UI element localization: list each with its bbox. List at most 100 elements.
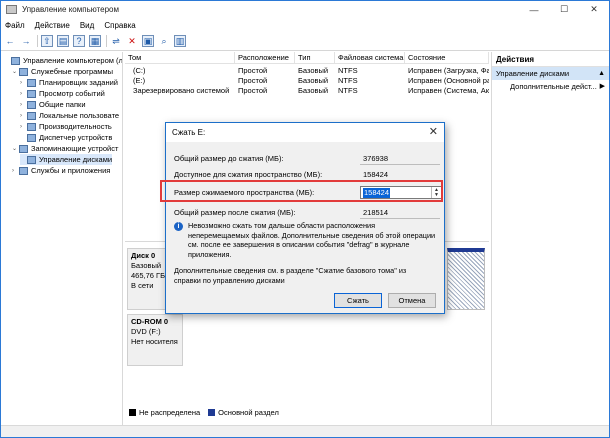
table-row[interactable]: (C:) Простой Базовый NTFS Исправен (Загрузка… — [125, 66, 489, 76]
actions-section-label: Управление дисками — [496, 69, 570, 78]
column-type[interactable]: Тип — [295, 52, 335, 64]
device-manager-icon — [27, 133, 36, 142]
disk-row: CD-ROM 0 DVD (F:) Нет носителя — [127, 314, 485, 366]
table-cell: Исправен (Загрузка, Файл — [408, 66, 489, 75]
tree-item[interactable]: ⌄ Служебные программы — [12, 66, 113, 77]
scheduler-icon — [27, 78, 36, 87]
table-row[interactable]: (E:) Простой Базовый NTFS Исправен (Основной… — [125, 76, 489, 86]
maximize-button[interactable]: ☐ — [549, 1, 579, 18]
properties-icon[interactable]: ▣ — [142, 35, 154, 47]
tree-item-label: Службы и приложения — [31, 166, 111, 175]
export-list-icon[interactable]: ▥ — [174, 35, 186, 47]
horizontal-scrollbar[interactable] — [1, 425, 609, 437]
menu-help[interactable]: Справка — [104, 21, 135, 30]
expand-arrow-icon[interactable]: › — [20, 91, 27, 97]
legend-swatch-unallocated — [129, 409, 136, 416]
partition-block-selected[interactable] — [447, 248, 485, 310]
users-icon — [27, 111, 36, 120]
cdrom-0-label[interactable]: CD-ROM 0 DVD (F:) Нет носителя — [127, 314, 183, 366]
dialog-title: Сжать E: — [172, 128, 206, 137]
shrink-button[interactable]: Сжать — [334, 293, 382, 308]
menu-file[interactable]: Файл — [5, 21, 25, 30]
tree-item[interactable]: Управление компьютером (л — [4, 55, 122, 66]
back-icon[interactable]: ← — [4, 35, 16, 47]
performance-icon — [27, 122, 36, 131]
action-more-actions-label: Дополнительные дейст... — [510, 82, 597, 91]
tree-item[interactable]: › Планировщик заданий — [20, 77, 118, 88]
expand-arrow-icon[interactable]: ⌄ — [12, 145, 19, 152]
actions-header: Действия — [492, 52, 609, 67]
tree-item-label: Запоминающие устройст — [31, 144, 119, 153]
expand-arrow-icon[interactable]: ⌄ — [12, 68, 19, 75]
expand-arrow-icon[interactable]: › — [20, 80, 27, 86]
storage-icon — [19, 144, 28, 153]
table-cell: Базовый — [298, 66, 329, 75]
window-title: Управление компьютером — [22, 5, 119, 14]
expand-arrow-icon[interactable]: › — [20, 124, 27, 130]
tree-item[interactable]: › Службы и приложения — [12, 165, 110, 176]
connect-icon[interactable]: ⇌ — [110, 35, 122, 47]
up-folder-icon[interactable]: ⇧ — [41, 35, 53, 47]
column-file-system[interactable]: Файловая система — [335, 52, 405, 64]
total-after-label: Общий размер после сжатия (МБ): — [174, 208, 296, 217]
info-message: i Невозможно сжать том дальше области ра… — [174, 221, 436, 259]
close-button[interactable]: ✕ — [579, 1, 609, 18]
tree-item[interactable]: Управление дисками — [20, 154, 113, 165]
computer-icon — [11, 56, 20, 65]
total-before-label: Общий размер до сжатия (МБ): — [174, 154, 284, 163]
help-icon[interactable]: ? — [73, 35, 85, 47]
table-cell: Базовый — [298, 86, 329, 95]
menu-bar: Файл Действие Вид Справка — [1, 18, 609, 32]
available-label: Доступное для сжатия пространство (МБ): — [174, 170, 323, 179]
shared-folder-icon — [27, 100, 36, 109]
table-cell: Исправен (Основной разд — [408, 76, 489, 85]
show-hide-tree-icon[interactable]: ▤ — [57, 35, 69, 47]
menu-view[interactable]: Вид — [80, 21, 94, 30]
tree-item[interactable]: ⌄ Запоминающие устройст — [12, 143, 118, 154]
cancel-button[interactable]: Отмена — [388, 293, 436, 308]
table-cell: NTFS — [338, 86, 358, 95]
forward-icon[interactable]: → — [20, 35, 32, 47]
disk-name: CD-ROM 0 — [131, 317, 169, 326]
tree-item[interactable]: › Производительность — [20, 121, 112, 132]
menu-action[interactable]: Действие — [35, 21, 70, 30]
expand-arrow-icon[interactable]: › — [20, 102, 27, 108]
expand-arrow-icon[interactable]: › — [12, 168, 19, 174]
help-reference-text: Дополнительные сведения см. в разделе "С… — [174, 266, 407, 285]
actions-pane: Действия Управление дисками ▲ Дополнител… — [491, 52, 609, 425]
disk-legend: Не распределена Основной раздел — [129, 408, 279, 417]
collapse-arrow-icon[interactable]: ▲ — [598, 67, 605, 80]
tree-item[interactable]: › Общие папки — [20, 99, 86, 110]
column-volume[interactable]: Том — [125, 52, 235, 64]
tree-item-label: Локальные пользовате — [39, 111, 120, 120]
tree-item-label: Диспетчер устройств — [39, 133, 113, 142]
list-header: Том Расположение Тип Файловая система Со… — [125, 52, 489, 64]
tree-item[interactable]: › Просмотр событий — [20, 88, 105, 99]
expand-arrow-icon[interactable]: › — [20, 113, 27, 119]
delete-icon[interactable]: ✕ — [126, 35, 138, 47]
disk-status: Нет носителя — [131, 337, 178, 346]
tree-item[interactable]: Диспетчер устройств — [20, 132, 112, 143]
column-status[interactable]: Состояние — [405, 52, 489, 64]
table-cell: (E:) — [133, 76, 146, 85]
tree-item[interactable]: › Локальные пользовате — [20, 110, 119, 121]
table-row[interactable]: Зарезервировано системой Простой Базовый NT… — [125, 86, 489, 96]
column-layout[interactable]: Расположение — [235, 52, 295, 64]
tree-item-label: Просмотр событий — [39, 89, 105, 98]
total-before-value: 376938 — [360, 152, 440, 165]
table-cell: NTFS — [338, 76, 358, 85]
toolbar: ← → ⇧ ▤ ? ▦ ⇌ ✕ ▣ ⌕ ▥ — [1, 32, 609, 51]
dialog-close-button[interactable]: ✕ — [429, 125, 438, 138]
table-cell: Базовый — [298, 76, 329, 85]
minimize-button[interactable]: — — [519, 1, 549, 18]
info-icon: i — [174, 222, 183, 231]
action-pane-icon[interactable]: ▦ — [89, 35, 101, 47]
legend-label-unallocated: Не распределена — [139, 408, 201, 417]
shrink-dialog: Сжать E: ✕ Общий размер до сжатия (МБ): … — [165, 122, 445, 314]
total-after-row: Общий размер после сжатия (МБ): 218514 — [174, 206, 440, 220]
search-icon[interactable]: ⌕ — [158, 35, 170, 47]
title-bar: Управление компьютером — ☐ ✕ — [1, 1, 609, 18]
action-more-actions[interactable]: Дополнительные дейст... ▶ — [492, 80, 609, 94]
total-after-value: 218514 — [360, 206, 440, 219]
actions-section-disk-management[interactable]: Управление дисками ▲ — [492, 67, 609, 80]
